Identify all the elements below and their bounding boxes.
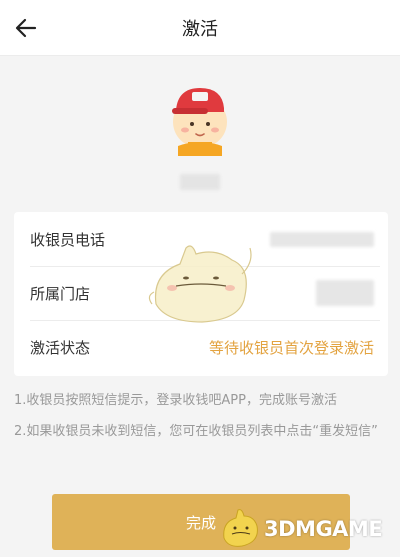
phone-value-redacted xyxy=(270,231,374,247)
header-bar: 激活 xyxy=(0,0,400,56)
back-button[interactable] xyxy=(10,12,42,44)
cashier-name-redacted xyxy=(180,174,220,190)
phone-label: 收银员电话 xyxy=(30,230,106,249)
page-title: 激活 xyxy=(182,18,218,40)
store-label: 所属门店 xyxy=(30,284,91,303)
status-value: 等待收银员首次登录激活 xyxy=(208,338,374,357)
cashier-avatar-icon xyxy=(172,88,227,156)
note-1: 1.收银员按照短信提示，登录收钱吧APP，完成账号激活 xyxy=(14,393,337,408)
arrow-left-icon xyxy=(15,18,37,38)
profile-section xyxy=(0,56,400,206)
mascot-overlay-icon xyxy=(148,245,252,323)
watermark-text: 3DMGAME xyxy=(264,517,383,541)
status-row: 激活状态 等待收银员首次登录激活 xyxy=(14,320,388,374)
notes-section: 1.收银员按照短信提示，登录收钱吧APP，完成账号激活 2.如果收银员未收到短信… xyxy=(14,390,386,442)
note-2: 2.如果收银员未收到短信，您可在收银员列表中点击“重发短信” xyxy=(14,424,378,439)
watermark-mascot-icon xyxy=(223,509,258,547)
watermark: 3DMGAME xyxy=(220,505,396,553)
store-value-redacted xyxy=(316,280,374,306)
status-label: 激活状态 xyxy=(30,338,91,357)
